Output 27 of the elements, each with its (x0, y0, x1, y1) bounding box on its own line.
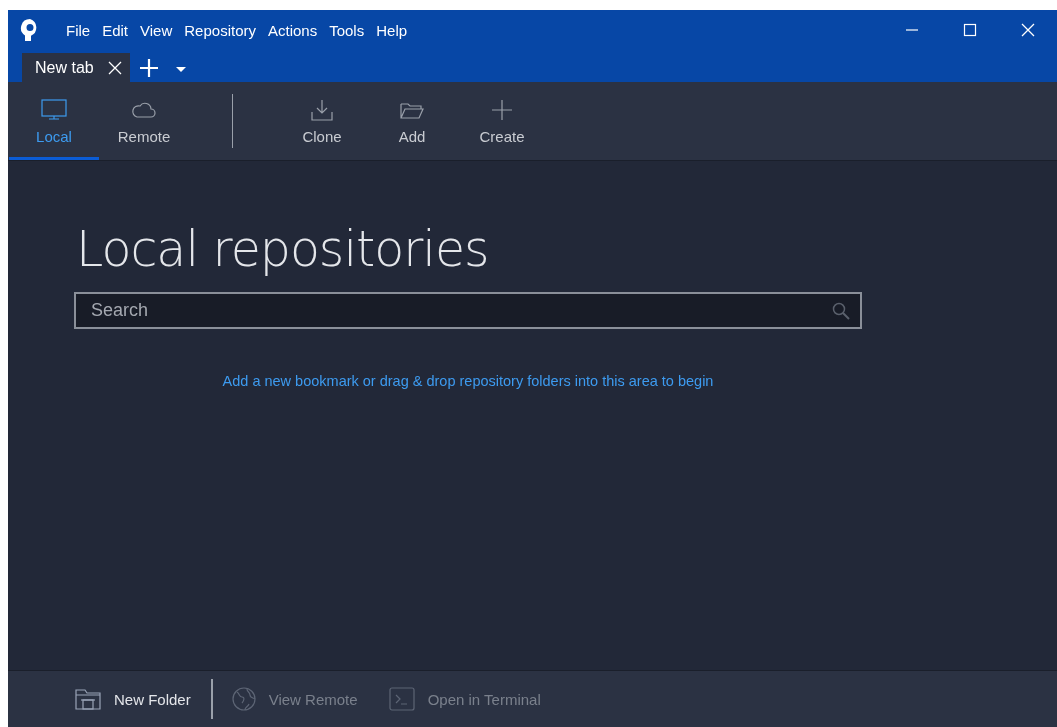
toolbar-button[interactable]: Clone (277, 82, 367, 160)
menu-item[interactable]: File (60, 21, 97, 39)
menu-item[interactable]: Tools (323, 21, 371, 39)
download-icon (308, 97, 336, 122)
page-title: Local repositories (76, 221, 489, 278)
footer-button[interactable]: New Folder (74, 679, 191, 719)
hint-link[interactable]: Add a new bookmark or drag & drop repository folders into this area to begin (222, 373, 714, 389)
tab[interactable]: New tab (22, 53, 130, 82)
menu-item[interactable]: Edit (96, 21, 135, 39)
close-tab-icon[interactable] (107, 60, 122, 75)
search-field[interactable]: Search (74, 292, 862, 329)
maximize-icon[interactable] (963, 23, 977, 37)
folder-icon (74, 687, 102, 711)
globe-icon (230, 686, 257, 712)
terminal-icon (387, 686, 416, 712)
search-icon (832, 302, 850, 320)
mode-tab[interactable]: Remote (99, 82, 189, 160)
monitor-icon (40, 97, 68, 122)
menu-item[interactable]: View (134, 21, 179, 39)
menu-item[interactable]: Actions (262, 21, 324, 39)
caret-icon[interactable] (175, 67, 186, 73)
menu-item[interactable]: Help (370, 21, 414, 39)
menu-item[interactable]: Repository (178, 21, 262, 39)
close-icon[interactable] (1021, 23, 1035, 37)
toolbar-button[interactable]: Add (367, 82, 457, 160)
toolbar-button[interactable]: Create (457, 82, 547, 160)
new-tab-icon[interactable] (139, 59, 158, 77)
